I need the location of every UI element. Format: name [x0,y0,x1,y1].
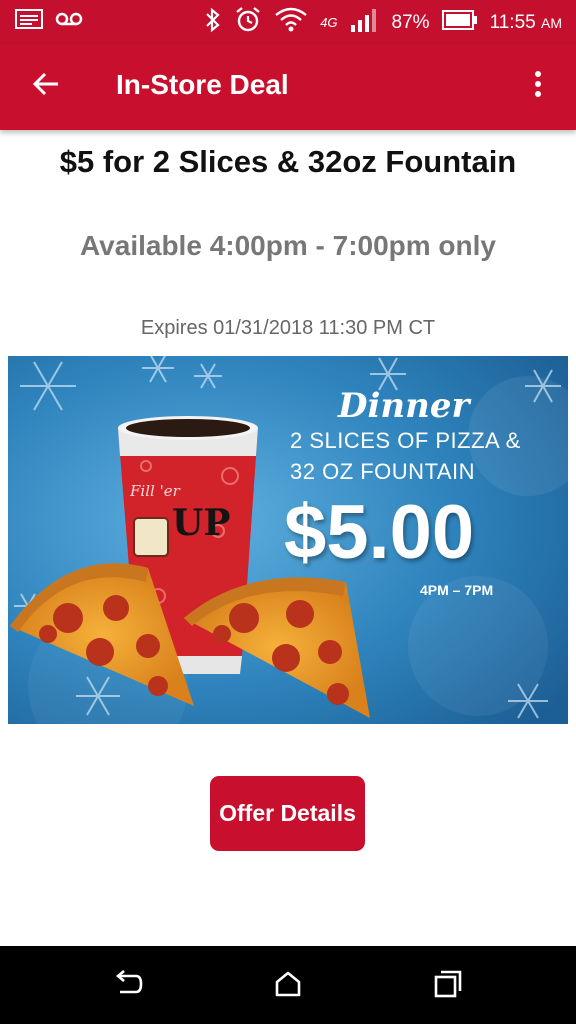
nav-home-button[interactable] [268,966,308,1006]
app-bar: In-Store Deal [0,44,576,130]
nav-back-button[interactable] [108,966,148,1006]
deal-availability: Available 4:00pm - 7:00pm only [80,230,496,261]
time-suffix: AM [541,14,562,31]
back-button[interactable] [26,66,66,106]
promo-banner: Fill 'er UP Dinner 2 SLICES OF PIZZA & 3… [8,356,568,724]
arrow-left-icon [31,69,61,104]
alarm-icon [234,6,262,39]
page-title: In-Store Deal [116,69,289,100]
cup-big-text: UP [172,502,231,544]
promo-heading: Dinner [338,386,470,426]
nav-recents-button[interactable] [428,966,468,1006]
overflow-menu-button[interactable] [522,66,554,106]
promo-hours: 4PM – 7PM [420,582,494,598]
time-value: 11:55 [489,11,536,33]
back-nav-icon [112,969,144,1003]
wifi-icon [274,6,308,39]
network-label: 4G [320,15,338,30]
battery-icon [441,9,478,36]
screenshot-icon [14,8,44,35]
system-nav-bar [0,946,576,1024]
signal-icon [350,7,380,38]
status-time: 11:55 AM [490,12,562,34]
status-left [14,8,84,35]
status-right: 4G 87% 11:55 AM [204,6,562,39]
offer-details-button[interactable]: Offer Details [210,776,365,851]
status-bar: 4G 87% 11:55 AM [0,0,576,44]
recents-nav-icon [433,969,463,1004]
more-vertical-icon [533,69,543,104]
cup-script-text: Fill 'er [130,482,180,500]
promo-price: $5.00 [284,490,475,575]
promo-line-2: 32 OZ FOUNTAIN [290,459,476,484]
deal-expiration: Expires 01/31/2018 11:30 PM CT [140,317,436,339]
bluetooth-icon [204,7,222,38]
battery-percent: 87% [391,11,430,33]
deal-headline: $5 for 2 Slices & 32oz Fountain [59,144,517,179]
promo-line-1: 2 SLICES OF PIZZA & [290,428,521,453]
voicemail-icon [54,8,84,35]
home-nav-icon [274,970,302,1003]
